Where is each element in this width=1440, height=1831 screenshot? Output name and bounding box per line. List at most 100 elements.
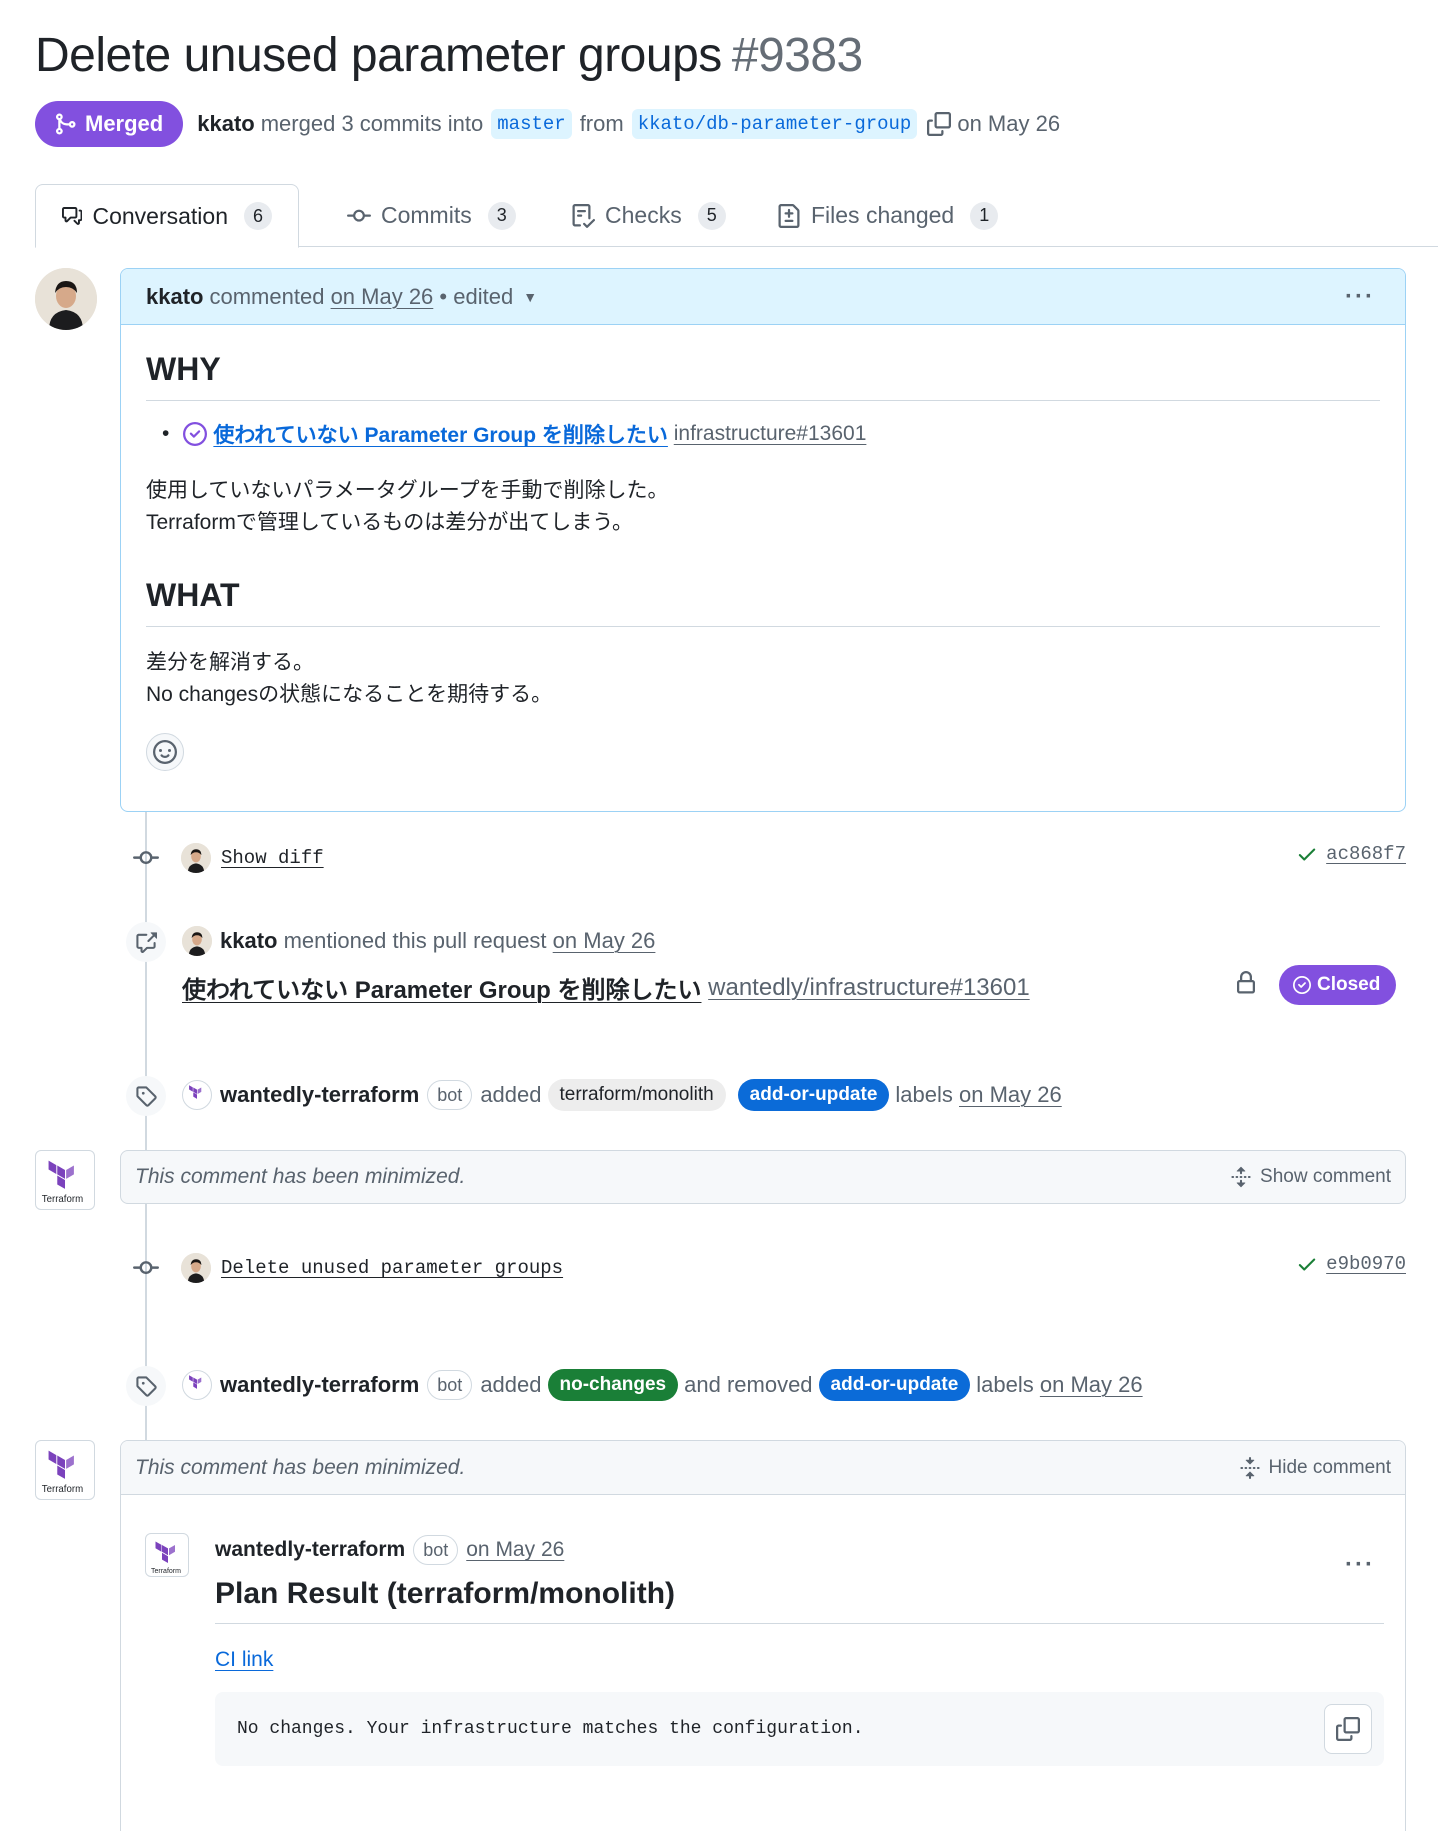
git-commit-icon: [347, 209, 371, 222]
bot-avatar-terraform[interactable]: Terraform: [145, 1533, 189, 1577]
comment-discussion-icon: [62, 207, 83, 225]
pr-title-text: Delete unused parameter groups: [35, 29, 722, 82]
base-branch[interactable]: master: [491, 109, 572, 139]
minimized-text: This comment has been minimized.: [135, 1455, 466, 1479]
avatar-kkato-small[interactable]: [181, 1253, 211, 1283]
tab-checks-count: 5: [697, 201, 726, 230]
bullet: •: [162, 422, 170, 445]
label-actor[interactable]: wantedly-terraform: [220, 1372, 419, 1398]
label-add-or-update[interactable]: add-or-update: [737, 1079, 890, 1111]
avatar-kkato[interactable]: [35, 268, 97, 330]
chevron-down-icon[interactable]: ▼: [523, 289, 537, 305]
mentioned-issue-title[interactable]: 使われていない Parameter Group を削除したい: [182, 970, 701, 1005]
file-diff-icon: [778, 203, 800, 228]
bot-avatar-terraform[interactable]: [182, 1080, 212, 1110]
show-comment-label: Show comment: [1260, 1166, 1391, 1187]
plan-comment-date-link[interactable]: on May 26: [466, 1538, 564, 1562]
minimized-comment-1: This comment has been minimized. Show co…: [120, 1150, 1406, 1204]
label-add-or-update[interactable]: add-or-update: [818, 1369, 971, 1401]
tab-commits-count: 3: [487, 201, 516, 230]
tab-conversation[interactable]: Conversation 6: [35, 184, 299, 248]
tab-files-changed-count: 1: [970, 201, 999, 230]
added-text: added: [480, 1372, 542, 1397]
svg-text:Terraform: Terraform: [151, 1568, 181, 1575]
check-icon[interactable]: [1296, 1253, 1318, 1275]
checklist-icon: [572, 203, 595, 228]
edited-dropdown[interactable]: • edited: [439, 284, 513, 310]
bot-badge: bot: [427, 1080, 473, 1110]
avatar-kkato-small[interactable]: [182, 926, 212, 956]
tab-conversation-label: Conversation: [92, 202, 228, 229]
label-actor[interactable]: wantedly-terraform: [220, 1082, 419, 1108]
hide-comment-label: Hide comment: [1268, 1456, 1392, 1478]
kebab-menu-icon[interactable]: ···: [1345, 283, 1375, 311]
label-no-changes[interactable]: no-changes: [547, 1369, 679, 1401]
add-reaction-button[interactable]: [146, 733, 184, 771]
plan-result-heading: Plan Result (terraform/monolith): [215, 1577, 1384, 1624]
label-event-1: wantedly-terraform bot added terraform/m…: [182, 1079, 1062, 1111]
svg-text:Terraform: Terraform: [42, 1194, 83, 1205]
mention-author[interactable]: kkato: [220, 928, 277, 954]
git-commit-icon: [133, 1261, 159, 1275]
bot-badge: bot: [413, 1535, 459, 1565]
mentioned-issue-row[interactable]: 使われていない Parameter Group を削除したい wantedly/…: [182, 970, 1030, 1005]
git-commit-icon: [133, 851, 159, 865]
copy-code-button[interactable]: [1324, 1704, 1372, 1754]
commit-sha-link[interactable]: e9b0970: [1326, 1253, 1406, 1275]
bot-badge: bot: [427, 1370, 473, 1400]
cross-reference-badge: [126, 922, 166, 962]
bot-avatar-terraform[interactable]: [182, 1370, 212, 1400]
comment-body: WHY • 使われていない Parameter Group を削除したい inf…: [121, 325, 1405, 771]
cross-reference-icon: [136, 932, 157, 953]
terraform-logo-icon: Terraform: [42, 1450, 83, 1495]
unfold-icon: [1231, 1166, 1251, 1188]
added-text: added: [480, 1082, 542, 1107]
terraform-logo-icon: Terraform: [151, 1541, 181, 1575]
label-date-link[interactable]: on May 26: [1040, 1372, 1143, 1398]
plan-comment-header: wantedly-terraform bot on May 26: [215, 1535, 564, 1565]
comment-action: commented: [209, 283, 325, 309]
ci-link[interactable]: CI link: [215, 1648, 273, 1671]
plan-comment-author[interactable]: wantedly-terraform: [215, 1538, 405, 1562]
kebab-menu-icon[interactable]: ···: [1345, 1551, 1375, 1579]
show-comment-button[interactable]: Show comment: [1230, 1166, 1391, 1188]
pr-description-comment: kkato commented on May 26 • edited ▼ ···…: [120, 268, 1406, 812]
labels-text: labels: [976, 1372, 1034, 1397]
commit-sha-link[interactable]: ac868f7: [1326, 843, 1406, 865]
mention-date-link[interactable]: on May 26: [553, 928, 656, 954]
hide-comment-button[interactable]: Hide comment: [1239, 1456, 1392, 1479]
fold-icon: [1239, 1456, 1260, 1479]
issue-closed-badge: Closed: [1279, 965, 1397, 1005]
merger-author-link[interactable]: kkato: [197, 111, 254, 137]
issue-link-ref[interactable]: infrastructure#13601: [674, 422, 867, 446]
commit-message-link[interactable]: Show diff: [221, 847, 324, 869]
label-event-badge: [126, 1366, 166, 1406]
pr-title: Delete unused parameter groups #9383: [35, 28, 863, 83]
comment-author[interactable]: kkato: [146, 284, 203, 310]
label-date-link[interactable]: on May 26: [959, 1082, 1062, 1108]
label-terraform-monolith[interactable]: terraform/monolith: [547, 1079, 726, 1111]
label-event-badge: [126, 1076, 166, 1116]
why-line-1: 使用していないパラメータグループを手動で削除した。: [146, 479, 669, 502]
bot-avatar-terraform-large[interactable]: Terraform: [35, 1150, 95, 1210]
bot-avatar-terraform-large[interactable]: Terraform: [35, 1440, 95, 1500]
comment-date-link[interactable]: on May 26: [331, 284, 434, 310]
check-icon[interactable]: [1296, 843, 1318, 865]
issue-closed-icon: [183, 422, 208, 446]
commit-message-link[interactable]: Delete unused parameter groups: [221, 1257, 563, 1279]
tab-checks[interactable]: Checks 5: [545, 184, 752, 247]
mention-event: kkato mentioned this pull request on May…: [182, 926, 655, 956]
avatar-kkato-small[interactable]: [181, 843, 211, 873]
smiley-icon: [153, 740, 177, 764]
tab-conversation-count: 6: [244, 202, 272, 230]
copy-icon[interactable]: [927, 112, 952, 136]
issue-link-title[interactable]: 使われていない Parameter Group を削除したい: [213, 419, 668, 449]
from-text: from: [579, 111, 624, 136]
merge-icon: [56, 113, 76, 135]
head-branch[interactable]: kkato/db-parameter-group: [631, 109, 918, 139]
tab-commits[interactable]: Commits 3: [321, 184, 542, 247]
mentioned-issue-ref[interactable]: wantedly/infrastructure#13601: [708, 974, 1030, 1002]
tab-files-changed[interactable]: Files changed 1: [751, 184, 1024, 247]
issue-list-item: • 使われていない Parameter Group を削除したい infrast…: [162, 419, 1380, 449]
merge-date[interactable]: on May 26: [957, 111, 1060, 137]
